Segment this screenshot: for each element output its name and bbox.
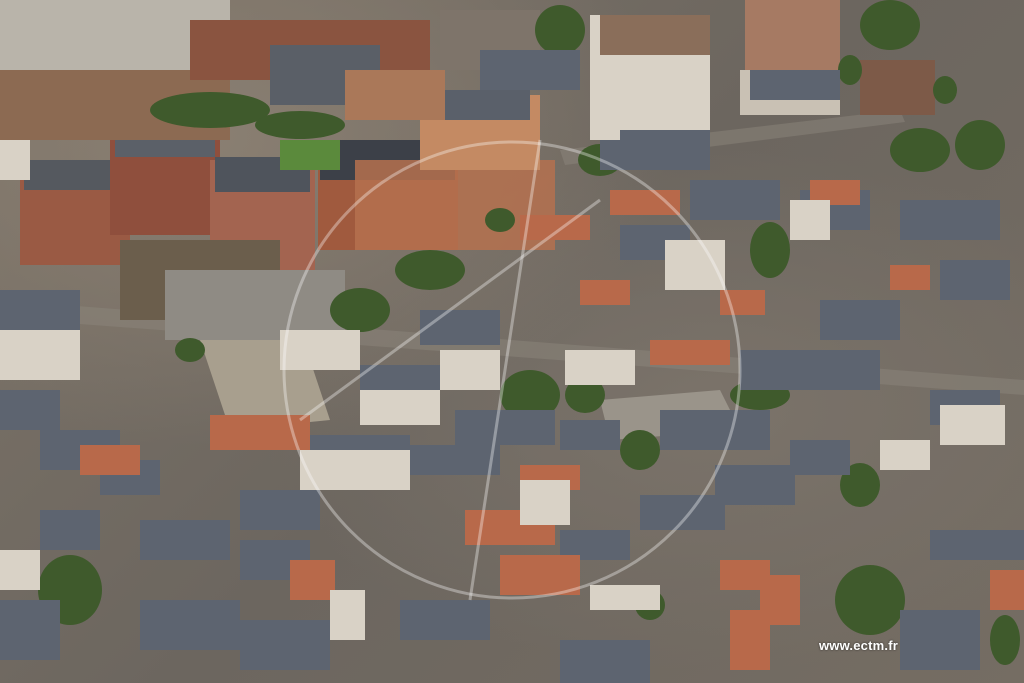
city-scene	[0, 0, 1024, 683]
watermark-url: www.ectm.fr	[818, 638, 898, 653]
modern-blocks	[0, 0, 935, 340]
aerial-photo: www.ectm.fr	[0, 0, 1024, 683]
